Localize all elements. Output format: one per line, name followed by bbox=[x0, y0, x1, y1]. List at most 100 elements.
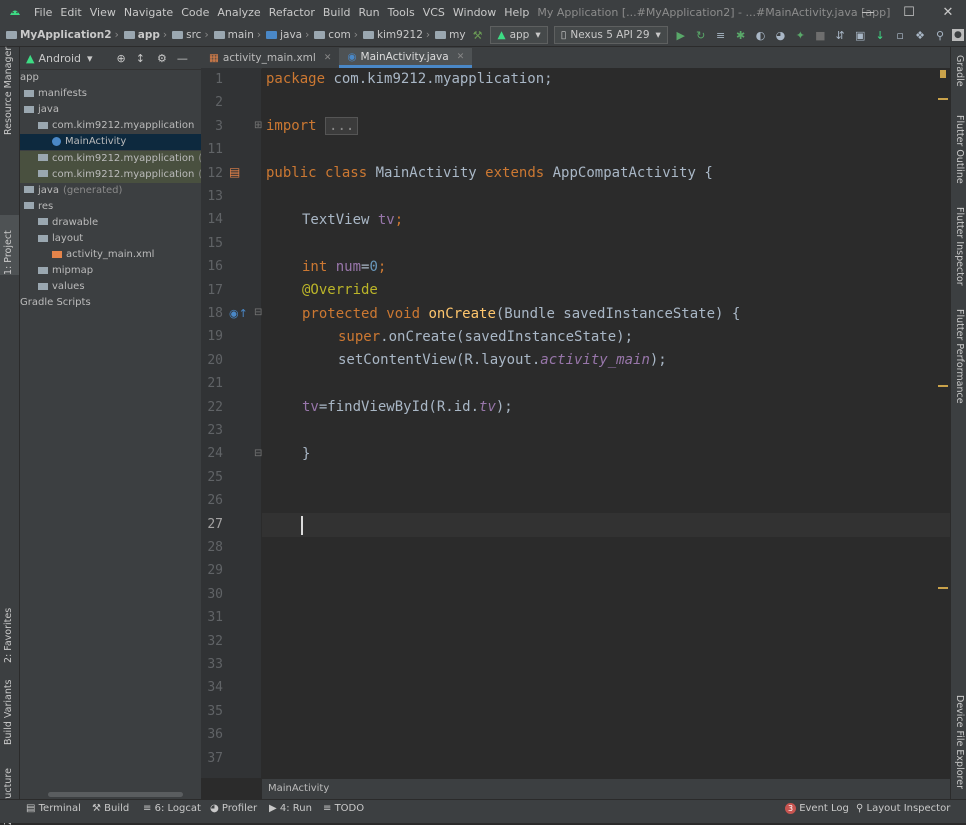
tree-item[interactable]: manifests bbox=[20, 86, 205, 102]
maximize-icon[interactable]: ☐ bbox=[893, 0, 925, 24]
menu-build[interactable]: Build bbox=[319, 6, 355, 19]
tab-main-activity-java[interactable]: ◉ MainActivity.java ✕ bbox=[339, 48, 473, 68]
profile-icon[interactable]: ◕ bbox=[773, 29, 789, 42]
close-tab-icon[interactable]: ✕ bbox=[457, 52, 465, 62]
hammer-icon[interactable]: ⚒ bbox=[470, 29, 486, 42]
breadcrumb-main[interactable]: main › bbox=[213, 29, 264, 41]
line-number[interactable]: 22 bbox=[201, 400, 223, 415]
gear-icon[interactable]: ⚙ bbox=[157, 52, 167, 65]
search-icon[interactable]: ⚲ bbox=[932, 29, 948, 42]
breadcrumb-app[interactable]: app › bbox=[123, 29, 170, 41]
line-number[interactable]: 34 bbox=[201, 680, 223, 695]
breadcrumb-project[interactable]: MyApplication2 › bbox=[5, 29, 122, 41]
tab-activity-main-xml[interactable]: ▦ activity_main.xml ✕ bbox=[201, 48, 339, 68]
device-manager-icon[interactable]: ▫ bbox=[892, 29, 908, 42]
menu-run[interactable]: Run bbox=[355, 6, 384, 19]
target-icon[interactable]: ⊕ bbox=[117, 52, 126, 65]
menu-tools[interactable]: Tools bbox=[384, 6, 419, 19]
breadcrumb-com[interactable]: com › bbox=[314, 29, 361, 41]
tab-project[interactable]: 1: Project bbox=[0, 215, 19, 275]
user-icon[interactable]: ● bbox=[951, 29, 964, 41]
line-number[interactable]: 36 bbox=[201, 727, 223, 742]
line-number[interactable]: 12 bbox=[201, 166, 223, 181]
chevron-down-icon[interactable]: ▾ bbox=[87, 52, 93, 65]
line-number[interactable]: 23 bbox=[201, 423, 223, 438]
tree-item[interactable]: mipmap bbox=[20, 263, 219, 279]
collapse-icon[interactable]: ↕ bbox=[136, 52, 145, 65]
menu-edit[interactable]: Edit bbox=[56, 6, 85, 19]
line-number[interactable]: 28 bbox=[201, 540, 223, 555]
tree-item[interactable]: com.kim9212.myapplication(test) bbox=[20, 166, 219, 183]
line-number[interactable]: 17 bbox=[201, 283, 223, 298]
line-number[interactable]: 26 bbox=[201, 493, 223, 508]
analysis-status-icon[interactable] bbox=[940, 70, 946, 78]
project-view-dropdown[interactable]: Android bbox=[38, 52, 81, 65]
tree-item[interactable]: drawable bbox=[20, 215, 219, 231]
tree-item[interactable]: Gradle Scripts bbox=[20, 295, 201, 311]
menu-view[interactable]: View bbox=[86, 6, 120, 19]
menu-file[interactable]: File bbox=[30, 6, 56, 19]
menu-analyze[interactable]: Analyze bbox=[213, 6, 264, 19]
breadcrumb-src[interactable]: src › bbox=[172, 29, 212, 41]
minimize-icon[interactable]: — bbox=[852, 0, 884, 24]
run-tab[interactable]: ▶ 4: Run bbox=[269, 803, 312, 814]
line-number[interactable]: 2 bbox=[201, 95, 223, 110]
line-number[interactable]: 18 bbox=[201, 306, 223, 321]
terminal-tab[interactable]: ▤ Terminal bbox=[26, 803, 81, 814]
plugin-icon[interactable]: ❖ bbox=[912, 29, 928, 42]
line-number[interactable]: 21 bbox=[201, 376, 223, 391]
line-number[interactable]: 32 bbox=[201, 634, 223, 649]
avd-manager-icon[interactable]: ▣ bbox=[852, 29, 868, 42]
line-number[interactable]: 16 bbox=[201, 259, 223, 274]
tree-item[interactable]: com.kim9212.myapplication bbox=[20, 118, 219, 134]
tree-item[interactable]: res bbox=[20, 199, 205, 215]
run-icon[interactable]: ▶ bbox=[673, 29, 689, 42]
stop-icon[interactable]: ■ bbox=[812, 29, 828, 42]
tree-item[interactable]: values bbox=[20, 279, 219, 295]
hide-icon[interactable]: — bbox=[177, 52, 188, 65]
warning-marker[interactable] bbox=[938, 98, 948, 100]
line-number[interactable]: 29 bbox=[201, 563, 223, 578]
line-number[interactable]: 27 bbox=[201, 517, 223, 532]
event-log-tab[interactable]: 3 Event Log bbox=[785, 803, 849, 814]
line-number[interactable]: 25 bbox=[201, 470, 223, 485]
debug-icon[interactable]: ✱ bbox=[733, 29, 749, 42]
run-config-dropdown[interactable]: ▲ app ▾ bbox=[490, 26, 548, 44]
line-number[interactable]: 3 bbox=[201, 119, 223, 134]
line-number[interactable]: 14 bbox=[201, 212, 223, 227]
layout-inspector-tab[interactable]: ⚲ Layout Inspector bbox=[856, 803, 950, 814]
line-number[interactable]: 13 bbox=[201, 189, 223, 204]
attach-debugger-icon[interactable]: ✦ bbox=[792, 29, 808, 42]
menu-refactor[interactable]: Refactor bbox=[265, 6, 319, 19]
line-number[interactable]: 1 bbox=[201, 72, 223, 87]
profiler-tab[interactable]: ◕ Profiler bbox=[210, 803, 257, 814]
breadcrumb-java[interactable]: java › bbox=[266, 29, 312, 41]
editor-breadcrumb[interactable]: MainActivity bbox=[262, 779, 950, 799]
logcat-tab[interactable]: ≡ 6: Logcat bbox=[143, 803, 201, 814]
line-number[interactable]: 11 bbox=[201, 142, 223, 157]
folded-imports[interactable]: ... bbox=[325, 117, 359, 135]
close-tab-icon[interactable]: ✕ bbox=[324, 53, 332, 63]
warning-marker[interactable] bbox=[938, 385, 948, 387]
sync-icon[interactable]: ⇵ bbox=[832, 29, 848, 42]
todo-tab[interactable]: ≡ TODO bbox=[323, 803, 364, 814]
coverage-icon[interactable]: ◐ bbox=[753, 29, 769, 42]
tree-item[interactable]: app bbox=[20, 70, 201, 86]
menu-code[interactable]: Code bbox=[177, 6, 213, 19]
breadcrumb-myapplication[interactable]: my bbox=[435, 29, 466, 41]
project-horizontal-scrollbar[interactable] bbox=[48, 792, 183, 797]
menu-navigate[interactable]: Navigate bbox=[120, 6, 177, 19]
build-tab[interactable]: ⚒ Build bbox=[92, 803, 129, 814]
line-number[interactable]: 35 bbox=[201, 704, 223, 719]
layout-file-gutter-icon[interactable]: ▤ bbox=[229, 165, 240, 179]
breadcrumb-kim9212[interactable]: kim9212 › bbox=[362, 29, 433, 41]
menu-window[interactable]: Window bbox=[449, 6, 500, 19]
line-number[interactable]: 31 bbox=[201, 610, 223, 625]
line-number[interactable]: 19 bbox=[201, 329, 223, 344]
logcat-icon[interactable]: ≡ bbox=[713, 29, 729, 42]
line-number[interactable]: 37 bbox=[201, 751, 223, 766]
line-number[interactable]: 33 bbox=[201, 657, 223, 672]
sdk-manager-icon[interactable]: ↓ bbox=[872, 29, 888, 42]
menu-help[interactable]: Help bbox=[500, 6, 533, 19]
close-icon[interactable]: ✕ bbox=[932, 0, 964, 24]
